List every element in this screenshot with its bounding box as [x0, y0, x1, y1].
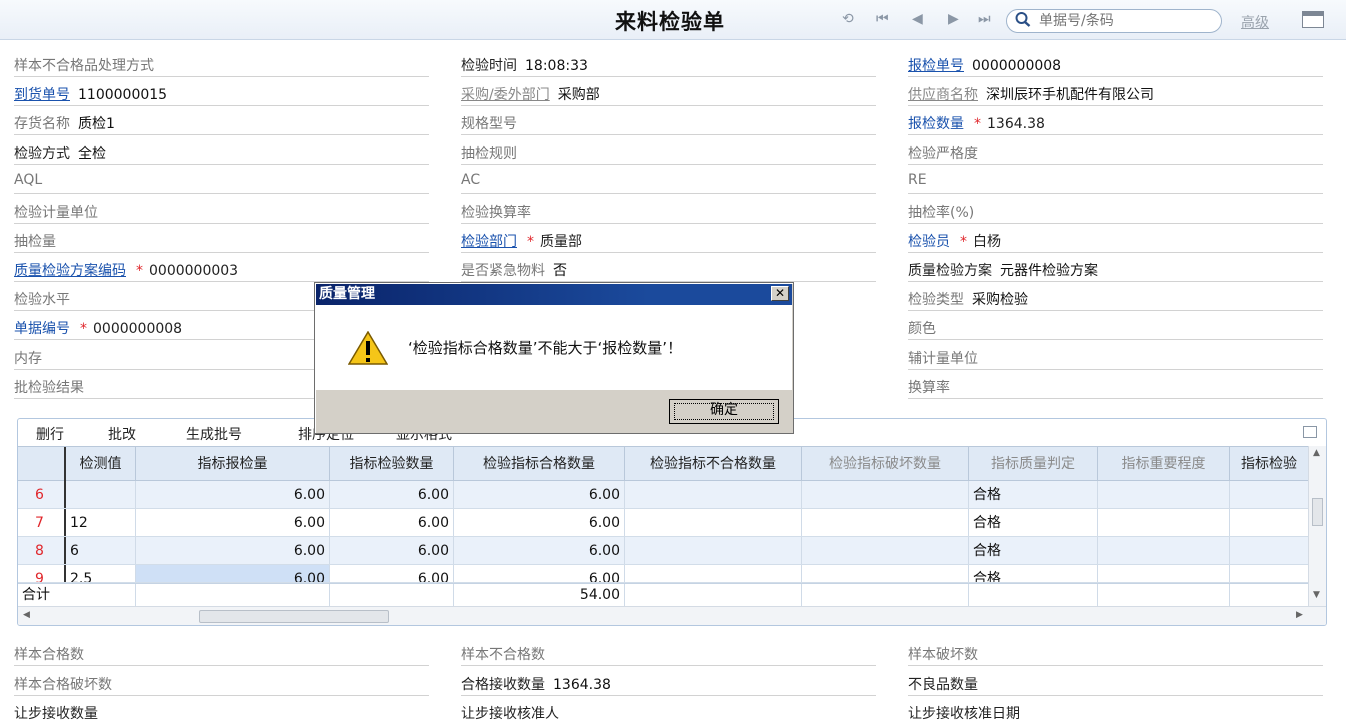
generate-batch-button[interactable]: 生成批号	[186, 424, 242, 444]
col-report-qty[interactable]: 指标报检量	[136, 447, 330, 481]
field-aql[interactable]: AQL	[14, 172, 429, 194]
field-inspect-type[interactable]: 检验类型 采购检验	[908, 289, 1323, 311]
col-index	[18, 447, 66, 481]
field-exchange-rate[interactable]: 换算率	[908, 377, 1323, 399]
field-color[interactable]: 颜色	[908, 318, 1323, 340]
dialog-message: ‘检验指标合格数量’不能大于‘报检数量’！	[408, 339, 683, 357]
field-report-no[interactable]: 报检单号 0000000008	[908, 55, 1323, 77]
advanced-search-link[interactable]: 高级	[1241, 12, 1269, 32]
field-inspect-method[interactable]: 检验方式 全检	[14, 143, 429, 165]
field-purchase-dept[interactable]: 采购/委外部门 采购部	[461, 84, 876, 106]
inspection-form-window: 来料检验单 ⟲ ⏮ ◀ ▶ ⏭ 高级 样本不合格品处理方式 检验时间18:08:…	[0, 0, 1346, 724]
required-mark: *	[136, 263, 143, 279]
field-urgent-material[interactable]: 是否紧急物料否	[461, 260, 876, 282]
vertical-scroll-thumb[interactable]	[1312, 498, 1323, 526]
field-aux-unit[interactable]: 辅计量单位	[908, 348, 1323, 370]
top-bar: 来料检验单 ⟲ ⏮ ◀ ▶ ⏭ 高级	[0, 0, 1346, 40]
table-row[interactable]: 8 6 6.00 6.00 6.00 合格	[18, 537, 1308, 565]
field-concession-qty[interactable]: 让步接收数量	[14, 703, 429, 724]
field-accepted-qty[interactable]: 合格接收数量 1364.38	[461, 674, 876, 696]
field-concession-approver[interactable]: 让步接收核准人	[461, 703, 876, 724]
batch-edit-button[interactable]: 批改	[108, 424, 136, 444]
prev-record-icon[interactable]: ◀	[912, 11, 923, 27]
required-mark: *	[960, 234, 967, 250]
field-sample-pass[interactable]: 样本合格数	[14, 644, 429, 666]
ok-button[interactable]: 确定	[669, 399, 779, 424]
page-title: 来料检验单	[615, 10, 725, 34]
inspection-detail-grid: 删行 批改 生成批号 排序定位 显示格式 检测值 指标报检量 指标检验数量 检验…	[17, 418, 1327, 626]
col-destroy-qty[interactable]: 检验指标破坏数量	[802, 447, 969, 481]
col-importance[interactable]: 指标重要程度	[1098, 447, 1230, 481]
field-plan-name[interactable]: 质量检验方案 元器件检验方案	[908, 260, 1323, 282]
horizontal-scroll-thumb[interactable]	[199, 610, 389, 623]
field-supplier-name[interactable]: 供应商名称 深圳辰环手机配件有限公司	[908, 84, 1323, 106]
field-conversion-rate[interactable]: 检验换算率	[461, 202, 876, 224]
field-sample-fail[interactable]: 样本不合格数	[461, 644, 876, 666]
error-dialog: 质量管理 ✕ ‘检验指标合格数量’不能大于‘报检数量’！ 确定	[314, 282, 794, 434]
field-inventory-name[interactable]: 存货名称 质检1	[14, 113, 429, 135]
dialog-body: ‘检验指标合格数量’不能大于‘报检数量’！	[316, 305, 792, 390]
field-concession-date[interactable]: 让步接收核准日期	[908, 703, 1323, 724]
warning-icon	[348, 331, 388, 365]
delete-row-button[interactable]: 删行	[36, 424, 64, 444]
search-icon	[1015, 12, 1031, 27]
field-ac[interactable]: AC	[461, 172, 876, 194]
table-row[interactable]: 6 6.00 6.00 6.00 合格	[18, 481, 1308, 509]
field-arrival-no[interactable]: 到货单号 1100000015	[14, 84, 429, 106]
field-report-qty[interactable]: 报检数量 * 1364.38	[908, 113, 1323, 135]
field-sampling-rate[interactable]: 抽检率(%)	[908, 202, 1323, 224]
search-input[interactable]	[1039, 12, 1209, 30]
field-inspector[interactable]: 检验员 * 白杨	[908, 231, 1323, 253]
table-row[interactable]: 9 2.5 6.00 6.00 6.00 合格	[18, 565, 1308, 583]
search-box[interactable]	[1006, 9, 1222, 33]
field-sample-qty[interactable]: 抽检量	[14, 231, 429, 253]
required-mark: *	[80, 321, 87, 337]
fullscreen-icon[interactable]	[1303, 426, 1317, 438]
field-strictness[interactable]: 检验严格度	[908, 143, 1323, 165]
field-sample-destroy[interactable]: 样本破坏数	[908, 644, 1323, 666]
table-row[interactable]: 7 12 6.00 6.00 6.00 合格	[18, 509, 1308, 537]
field-spec-model[interactable]: 规格型号	[461, 113, 876, 135]
col-judgement[interactable]: 指标质量判定	[969, 447, 1098, 481]
field-inspect-time[interactable]: 检验时间 18:08:33	[461, 55, 876, 77]
field-defect-qty[interactable]: 不良品数量	[908, 674, 1323, 696]
layout-toggle-icon[interactable]	[1302, 11, 1324, 28]
col-inspect-qty[interactable]: 指标检验数量	[330, 447, 454, 481]
total-pass-qty: 54.00	[454, 584, 625, 606]
vertical-scrollbar[interactable]: ▲ ▼	[1308, 446, 1326, 606]
field-inspect-unit[interactable]: 检验计量单位	[14, 202, 429, 224]
col-fail-qty[interactable]: 检验指标不合格数量	[625, 447, 802, 481]
horizontal-scrollbar[interactable]: ◀ ▶	[18, 606, 1326, 625]
dialog-title: 质量管理	[316, 284, 792, 305]
first-record-icon[interactable]: ⏮	[876, 11, 889, 27]
required-mark: *	[974, 116, 981, 132]
col-pass-qty[interactable]: 检验指标合格数量	[454, 447, 625, 481]
col-inspect-extra[interactable]: 指标检验	[1230, 447, 1308, 481]
next-record-icon[interactable]: ▶	[948, 11, 959, 27]
refresh-icon[interactable]: ⟲	[842, 11, 854, 27]
last-record-icon[interactable]: ⏭	[978, 11, 991, 27]
field-plan-code[interactable]: 质量检验方案编码 * 0000000003	[14, 260, 429, 282]
col-test-value[interactable]: 检测值	[66, 447, 136, 481]
field-sample-pass-destroy[interactable]: 样本合格破坏数	[14, 674, 429, 696]
field-inspect-dept[interactable]: 检验部门 * 质量部	[461, 231, 876, 253]
grid-header: 检测值 指标报检量 指标检验数量 检验指标合格数量 检验指标不合格数量 检验指标…	[18, 446, 1308, 481]
total-label: 合计	[18, 584, 136, 606]
field-re[interactable]: RE	[908, 172, 1323, 194]
close-icon[interactable]: ✕	[771, 286, 789, 301]
field-sampling-rule[interactable]: 抽检规则	[461, 143, 876, 165]
required-mark: *	[527, 234, 534, 250]
grid-total-row: 合计 54.00	[18, 583, 1308, 606]
field-sample-defect-handling[interactable]: 样本不合格品处理方式	[14, 55, 429, 77]
